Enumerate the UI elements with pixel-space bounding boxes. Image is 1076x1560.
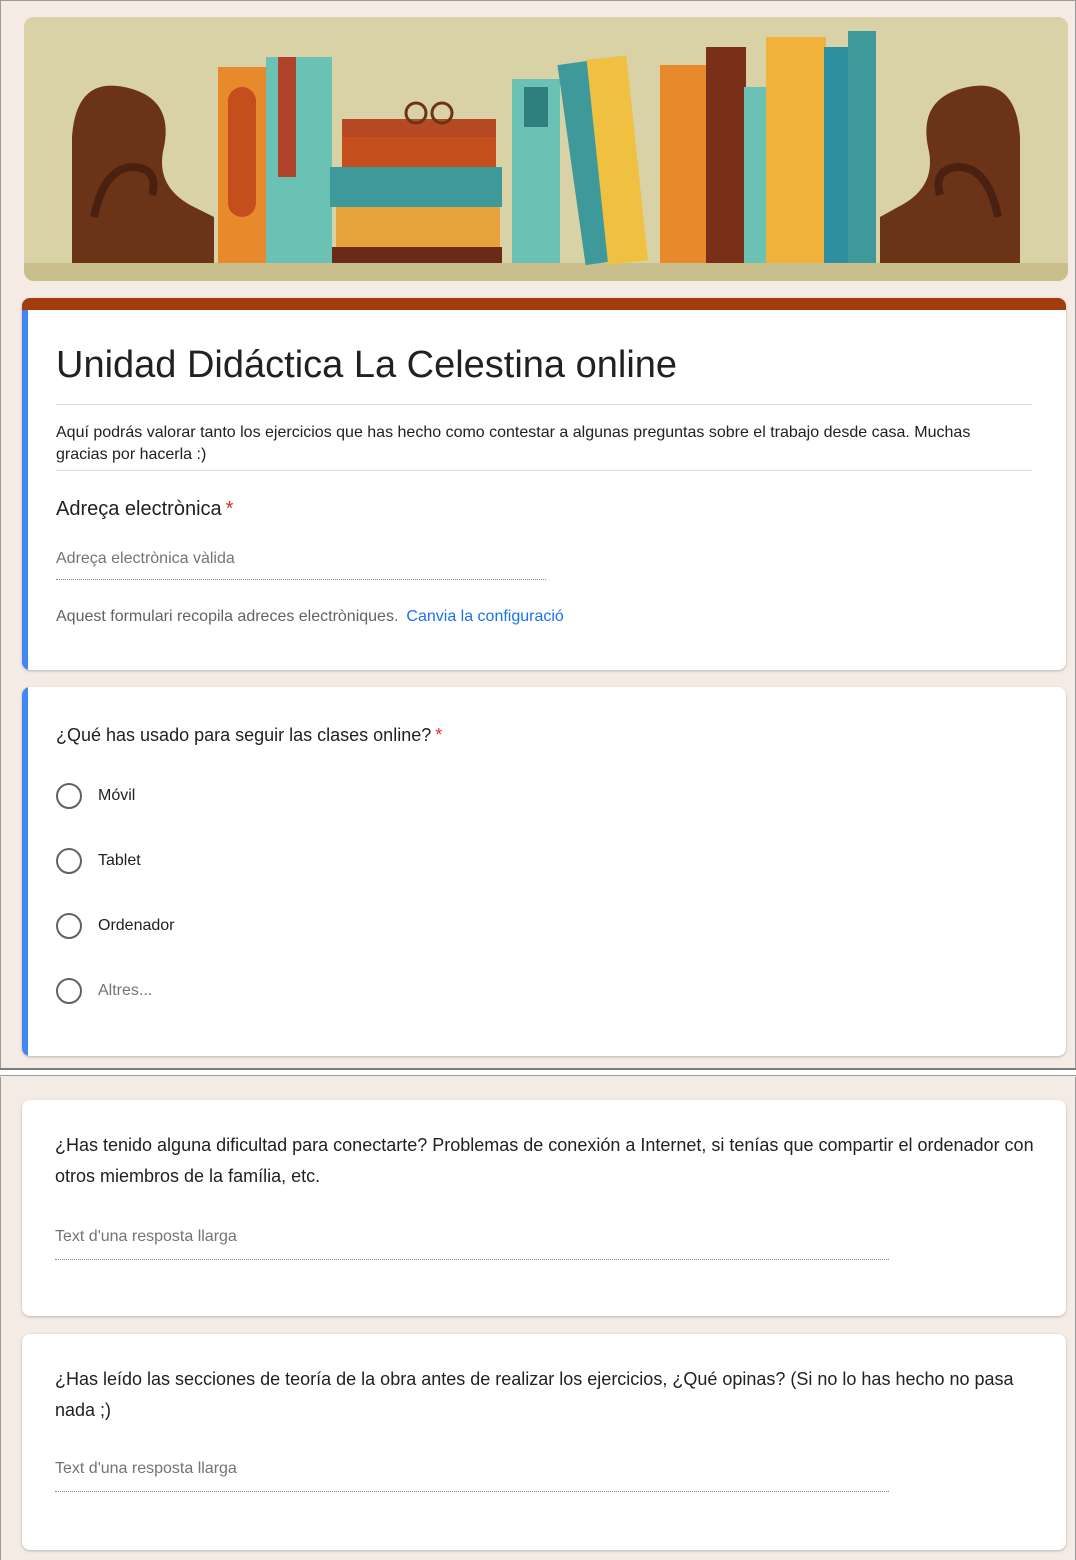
- email-collection-note: Aquest formulari recopila adreces electr…: [56, 608, 564, 626]
- header-color-bar: [22, 298, 1066, 310]
- option-label: Tablet: [98, 852, 141, 869]
- email-question-label: Adreça electrònica *: [56, 498, 233, 521]
- required-asterisk: *: [435, 725, 443, 745]
- required-asterisk: *: [225, 498, 234, 520]
- form-header-card: Unidad Didáctica La Celestina online Aqu…: [22, 298, 1066, 670]
- email-label-text: Adreça electrònica: [56, 498, 222, 520]
- device-question-card: ¿Qué has usado para seguir las clases on…: [22, 687, 1066, 1056]
- radio-button[interactable]: [56, 848, 82, 874]
- theory-answer-field[interactable]: Text d'una resposta llarga: [55, 1460, 889, 1492]
- option-label: Ordenador: [98, 917, 175, 934]
- form-title: Unidad Didáctica La Celestina online: [56, 344, 678, 386]
- option-altres[interactable]: Altres...: [56, 978, 152, 1004]
- screenshot-divider: [0, 1068, 1076, 1076]
- theory-question-card: ¿Has leído las secciones de teoría de la…: [22, 1334, 1066, 1550]
- radio-button[interactable]: [56, 978, 82, 1004]
- collection-note-text: Aquest formulari recopila adreces electr…: [56, 608, 399, 625]
- email-field[interactable]: Adreça electrònica vàlida: [56, 548, 546, 580]
- option-ordenador[interactable]: Ordenador: [56, 913, 175, 939]
- option-tablet[interactable]: Tablet: [56, 848, 141, 874]
- device-question-text: ¿Qué has usado para seguir las clases on…: [56, 725, 432, 745]
- title-divider: [56, 404, 1032, 405]
- bookshelf-illustration: [24, 17, 1068, 281]
- form-description: Aquí podrás valorar tanto los ejercicios…: [56, 424, 971, 463]
- description-divider: [56, 470, 1032, 471]
- option-label-other: Altres...: [98, 982, 153, 999]
- connection-question-card: ¿Has tenido alguna dificultad para conec…: [22, 1100, 1066, 1316]
- radio-button[interactable]: [56, 783, 82, 809]
- theory-question-label: ¿Has leído las secciones de teoría de la…: [55, 1369, 1014, 1420]
- option-movil[interactable]: Móvil: [56, 783, 135, 809]
- connection-question-label: ¿Has tenido alguna dificultad para conec…: [55, 1135, 1034, 1186]
- option-label: Móvil: [98, 787, 136, 804]
- connection-answer-field[interactable]: Text d'una resposta llarga: [55, 1228, 889, 1260]
- header-banner-image: [24, 17, 1068, 281]
- device-question-label: ¿Qué has usado para seguir las clases on…: [56, 725, 442, 746]
- radio-button[interactable]: [56, 913, 82, 939]
- change-settings-link[interactable]: Canvia la configuració: [406, 608, 563, 625]
